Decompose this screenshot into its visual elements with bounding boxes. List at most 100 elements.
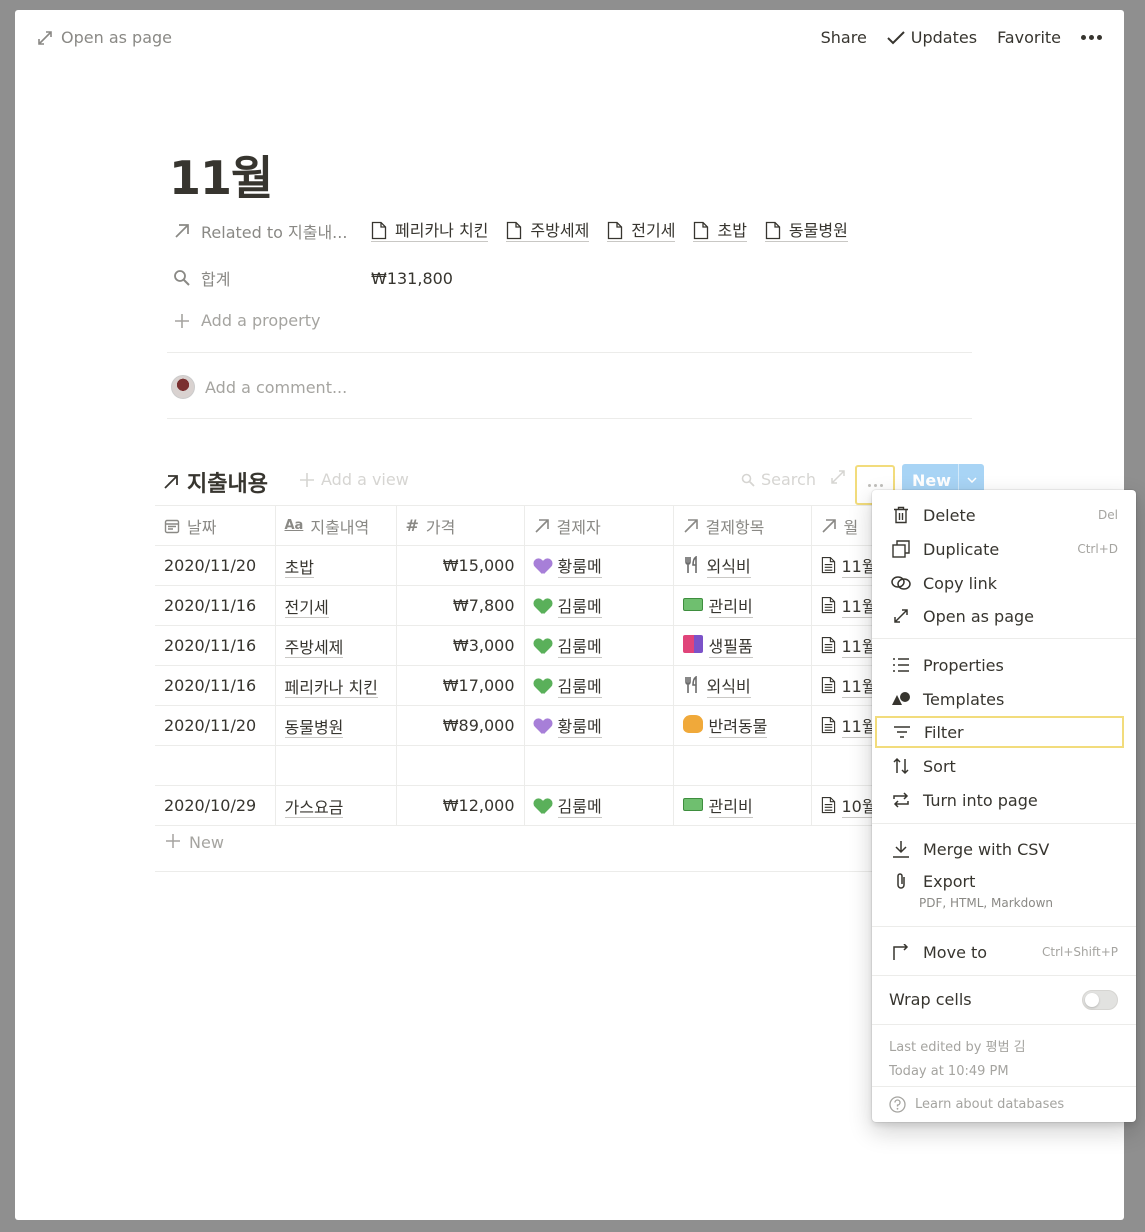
category-link[interactable]: 관리비	[708, 593, 753, 618]
cell-date[interactable]: 2020/11/20	[155, 705, 276, 746]
payer-link[interactable]: 김룸메	[557, 633, 602, 658]
database-search-button[interactable]: Search	[741, 470, 816, 489]
cell-date[interactable]: 2020/10/29	[155, 785, 276, 826]
open-as-page-button[interactable]: Open as page	[37, 28, 172, 47]
cell-item[interactable]	[274, 745, 397, 786]
cell-payer[interactable]	[523, 745, 674, 786]
category-link[interactable]: 반려동물	[708, 713, 768, 738]
cell-price[interactable]: ₩12,000	[395, 785, 525, 826]
item-title[interactable]: 주방세제	[284, 637, 344, 658]
item-title[interactable]: 전기세	[284, 597, 329, 618]
cell-date[interactable]: 2020/11/16	[155, 585, 276, 626]
item-title[interactable]: 가스요금	[284, 797, 344, 818]
cell-item[interactable]: 가스요금	[274, 785, 397, 826]
table-row[interactable]: 2020/10/29 가스요금 ₩12,000 김룸메 관리비 10월	[155, 785, 887, 826]
table-row[interactable]: 2020/11/16 페리카나 치킨 ₩17,000 김룸메 외식비 11월	[155, 665, 887, 706]
column-header-category[interactable]: 결제항목	[672, 505, 812, 546]
relation-item[interactable]: 동물병원	[764, 221, 848, 242]
menu-item-turn-into-page[interactable]: Turn into page	[876, 784, 1132, 816]
cell-price[interactable]: ₩3,000	[395, 625, 525, 666]
relation-item[interactable]: 초밥	[693, 221, 747, 242]
relation-item[interactable]: 주방세제	[506, 221, 590, 242]
share-button[interactable]: Share	[821, 28, 867, 47]
payer-link[interactable]: 김룸메	[557, 793, 602, 818]
cell-payer[interactable]: 김룸메	[523, 625, 674, 666]
menu-item-delete[interactable]: Delete Del	[876, 499, 1132, 531]
payer-link[interactable]: 김룸메	[557, 593, 602, 618]
cell-category[interactable]: 반려동물	[672, 705, 812, 746]
payer-link[interactable]: 황룸메	[557, 713, 602, 738]
menu-item-sort[interactable]: Sort	[876, 750, 1132, 782]
cell-category[interactable]: 외식비	[672, 665, 812, 706]
item-title[interactable]: 동물병원	[284, 717, 344, 738]
relation-item[interactable]: 전기세	[607, 221, 676, 242]
cell-item[interactable]: 주방세제	[274, 625, 397, 666]
menu-item-export[interactable]: Export	[876, 865, 1132, 897]
cell-category[interactable]: 관리비	[672, 585, 812, 626]
menu-item-duplicate[interactable]: Duplicate Ctrl+D	[876, 533, 1132, 565]
item-title[interactable]: 초밥	[284, 557, 314, 578]
table-row[interactable]: 2020/11/16 전기세 ₩7,800 김룸메 관리비 11월	[155, 585, 887, 626]
updates-button[interactable]: Updates	[887, 28, 977, 47]
learn-databases-link[interactable]: Learn about databases	[889, 1096, 1064, 1113]
wrap-cells-toggle[interactable]	[1082, 990, 1118, 1010]
payer-link[interactable]: 김룸메	[557, 673, 602, 698]
menu-item-merge-csv[interactable]: Merge with CSV	[876, 833, 1132, 865]
cell-item[interactable]: 동물병원	[274, 705, 397, 746]
table-row[interactable]: 2020/11/20 초밥 ₩15,000 황룸메 외식비 11월	[155, 545, 887, 586]
cell-date[interactable]	[155, 745, 276, 786]
menu-item-templates[interactable]: Templates	[876, 683, 1132, 715]
favorite-button[interactable]: Favorite	[997, 28, 1061, 47]
cell-price[interactable]	[395, 745, 525, 786]
table-row[interactable]: 2020/11/20 동물병원 ₩89,000 황룸메 반려동물 11월	[155, 705, 887, 746]
cell-category[interactable]: 외식비	[672, 545, 812, 586]
cell-item[interactable]: 전기세	[274, 585, 397, 626]
column-header-date[interactable]: 날짜	[155, 505, 276, 546]
category-link[interactable]: 외식비	[706, 553, 751, 578]
menu-item-open-as-page[interactable]: Open as page	[876, 600, 1132, 632]
cell-price[interactable]: ₩7,800	[395, 585, 525, 626]
column-header-payer[interactable]: 결제자	[523, 505, 674, 546]
cell-price[interactable]: ₩15,000	[395, 545, 525, 586]
add-property-button[interactable]: Add a property	[173, 311, 371, 330]
column-header-item[interactable]: Aa 지출내역	[274, 505, 397, 546]
cell-price[interactable]: ₩17,000	[395, 665, 525, 706]
cell-payer[interactable]: 김룸메	[523, 665, 674, 706]
cell-category[interactable]: 관리비	[672, 785, 812, 826]
price-value: ₩15,000	[442, 556, 515, 575]
comment-input[interactable]: Add a comment...	[171, 375, 347, 399]
expand-icon[interactable]	[831, 470, 845, 484]
cell-payer[interactable]: 김룸메	[523, 785, 674, 826]
property-name-relation[interactable]: Related to 지출내...	[173, 219, 371, 243]
menu-item-filter[interactable]: Filter	[875, 716, 1124, 748]
category-link[interactable]: 생필품	[708, 633, 753, 658]
menu-item-copy-link[interactable]: Copy link	[876, 567, 1132, 599]
category-link[interactable]: 외식비	[706, 673, 751, 698]
menu-item-properties[interactable]: Properties	[876, 649, 1132, 681]
menu-item-move-to[interactable]: Move to Ctrl+Shift+P	[876, 936, 1132, 968]
add-view-button[interactable]: Add a view	[299, 470, 409, 489]
cell-date[interactable]: 2020/11/16	[155, 665, 276, 706]
cell-item[interactable]: 페리카나 치킨	[274, 665, 397, 706]
cell-payer[interactable]: 황룸메	[523, 545, 674, 586]
cell-category[interactable]	[672, 745, 812, 786]
category-link[interactable]: 관리비	[708, 793, 753, 818]
column-header-price[interactable]: # 가격	[395, 505, 525, 546]
cell-date[interactable]: 2020/11/20	[155, 545, 276, 586]
table-row[interactable]	[155, 745, 887, 786]
cell-payer[interactable]: 황룸메	[523, 705, 674, 746]
relation-item[interactable]: 페리카나 치킨	[371, 221, 489, 242]
new-row-button[interactable]: New	[165, 833, 224, 852]
more-options-icon[interactable]	[1081, 35, 1102, 40]
cell-item[interactable]: 초밥	[274, 545, 397, 586]
cell-date[interactable]: 2020/11/16	[155, 625, 276, 666]
database-title[interactable]: 지출내용	[163, 466, 268, 498]
property-name-rollup[interactable]: 합계	[173, 266, 371, 290]
cell-payer[interactable]: 김룸메	[523, 585, 674, 626]
cell-category[interactable]: 생필품	[672, 625, 812, 666]
payer-link[interactable]: 황룸메	[557, 553, 602, 578]
cell-price[interactable]: ₩89,000	[395, 705, 525, 746]
item-title[interactable]: 페리카나 치킨	[284, 677, 378, 698]
table-row[interactable]: 2020/11/16 주방세제 ₩3,000 김룸메 생필품 11월	[155, 625, 887, 666]
page-title[interactable]: 11월	[169, 142, 273, 208]
